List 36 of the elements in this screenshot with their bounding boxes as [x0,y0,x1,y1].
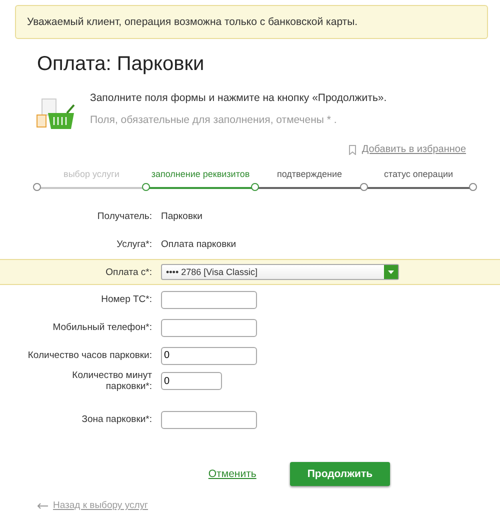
step-node [33,183,41,191]
step-node [360,183,368,191]
input-field[interactable]: 0 [161,346,257,364]
field-label: Оплата с*: [106,266,152,278]
field-label: Мобильный телефон*: [52,322,152,333]
notice-message: Уважаемый клиент, операция возможна только с банковской карты. [15,5,488,39]
back-link[interactable]: Назад к выбору услуг [53,500,148,511]
field-label: Номер ТС*: [101,294,152,305]
left-arrow-icon [37,502,48,508]
add-to-favorites-link[interactable]: Добавить в избранное [362,144,466,155]
input-field[interactable] [161,290,257,308]
step-label: выбор услуги [64,169,120,181]
input-field[interactable]: 0 [161,372,222,390]
page-title: Оплата: Парковки [37,53,206,76]
field-label: Услуга*: [116,239,152,250]
card-dropdown[interactable]: •••• 2786 [Visa Classic] [161,264,399,280]
step-node [469,183,477,191]
step-node [142,183,150,191]
field-value: Оплата парковки [161,239,236,250]
step-node [251,183,259,191]
step-label: заполнение реквизитов [151,169,250,181]
field-label: Зона парковки*: [82,414,152,425]
field-value: Парковки [161,211,202,222]
field-label: Количество минут парковки*: [71,370,152,392]
step-label: подтверждение [276,169,342,181]
bookmark-icon [348,144,356,154]
field-label: Получатель: [97,211,152,222]
continue-button[interactable]: Продолжить [290,462,390,486]
caret-icon [384,265,398,279]
step-label: статус операции [384,169,454,181]
input-field[interactable] [161,318,257,336]
cancel-link[interactable]: Отменить [208,468,256,480]
required-note: Поля, обязательные для заполнения, отмечены * . [90,114,338,126]
input-field[interactable] [161,410,257,428]
field-label: Количество часов парковки: [28,350,152,361]
instruction-text: Заполните поля формы и нажмите на кнопку «Продолжить». [90,92,387,104]
